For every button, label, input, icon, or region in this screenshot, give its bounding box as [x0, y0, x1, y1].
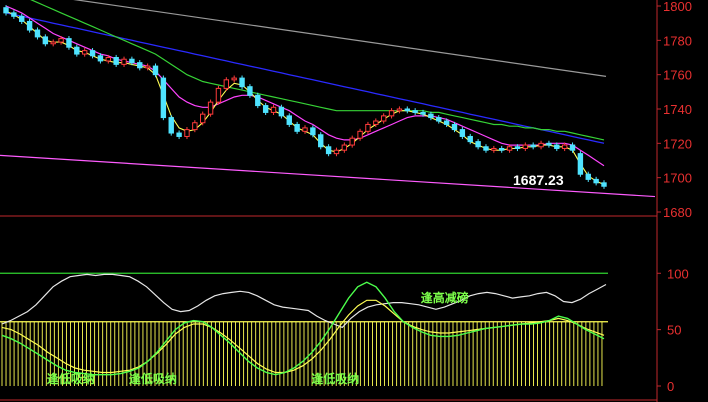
candle-body — [215, 87, 222, 103]
candle-body — [270, 106, 277, 113]
last-price-label: 1687.23 — [513, 172, 564, 188]
candle-body — [585, 173, 591, 180]
price-tick-label: 1680 — [663, 205, 692, 220]
candle-body — [522, 144, 529, 149]
candle-body — [81, 50, 88, 55]
candle-body — [113, 57, 119, 65]
candle-body — [184, 129, 190, 137]
candle-body — [255, 94, 261, 107]
candle-body — [137, 62, 143, 69]
candle-body — [160, 77, 167, 119]
candle-body — [286, 115, 292, 125]
candle-body — [349, 137, 355, 146]
candle-body — [443, 120, 450, 125]
candle-body — [310, 127, 316, 136]
candle-body — [121, 58, 127, 65]
candle-body — [105, 57, 111, 62]
candle-body — [365, 123, 371, 132]
candle-body — [26, 20, 33, 31]
candle-body — [262, 105, 269, 113]
price-tick-label: 1720 — [663, 136, 692, 151]
candle-body — [223, 79, 230, 89]
candle-body — [475, 141, 481, 148]
candle-body — [19, 15, 25, 22]
candle-body — [357, 130, 363, 139]
candle-body — [152, 65, 159, 76]
candle-body — [554, 144, 560, 149]
price-tick-label: 1800 — [663, 0, 692, 14]
candle-body — [231, 77, 237, 81]
candle-body — [168, 117, 174, 134]
candle-body — [50, 41, 56, 45]
candle-body — [207, 101, 214, 115]
candle-body — [333, 149, 340, 155]
candle-body — [247, 86, 253, 96]
candle-body — [530, 144, 536, 148]
candle-body — [129, 58, 135, 64]
candle-body — [420, 111, 426, 115]
candle-body — [192, 122, 198, 131]
candle-body — [294, 123, 300, 132]
candle-body — [318, 134, 324, 148]
indicator-tick-label: 50 — [667, 323, 681, 338]
candle-body — [341, 144, 348, 151]
candle-body — [506, 146, 513, 151]
candle-body — [459, 129, 466, 137]
candle-body — [593, 178, 599, 184]
candle-body — [302, 127, 308, 132]
candle-body — [239, 77, 245, 88]
candle-body — [499, 147, 505, 151]
price-tick-label: 1760 — [663, 68, 692, 83]
candle-body — [396, 108, 403, 112]
candle-body — [278, 106, 285, 117]
candle-body — [89, 50, 96, 57]
candle-body — [569, 144, 576, 151]
candle-body — [373, 120, 379, 125]
signal-label: 逢低吸纳 — [47, 371, 95, 386]
candle-body — [514, 146, 521, 149]
candle-body — [380, 115, 387, 122]
candle-body — [483, 146, 489, 151]
candle-body — [412, 110, 418, 113]
candle-body — [97, 55, 104, 62]
candle-body — [176, 132, 182, 137]
candle-body — [325, 146, 332, 155]
signal-label: 逢低吸纳 — [129, 371, 177, 386]
signal-label: 逢低吸纳 — [311, 371, 359, 386]
price-tick-label: 1700 — [663, 171, 692, 186]
candle-body — [538, 142, 544, 148]
candle-body — [491, 147, 497, 151]
candle-body — [3, 7, 9, 14]
candle-body — [74, 46, 80, 55]
candle-body — [58, 38, 64, 43]
candle-body — [34, 29, 41, 38]
candle-body — [561, 144, 568, 149]
price-tick-label: 1740 — [663, 102, 692, 117]
candle-body — [11, 12, 17, 17]
candle-body — [404, 108, 410, 112]
price-tick-label: 1780 — [663, 33, 692, 48]
candle-body — [42, 36, 49, 45]
candle-body — [144, 65, 151, 69]
candle-body — [601, 182, 607, 187]
candle-body — [577, 153, 584, 175]
candle-body — [200, 113, 206, 124]
indicator-tick-label: 100 — [667, 266, 689, 281]
candle-body — [428, 113, 434, 119]
candle-body — [451, 123, 458, 131]
candle-body — [546, 142, 552, 146]
candle-body — [388, 110, 395, 117]
stock-chart: 逢低吸纳 逢低吸纳 逢低吸纳 逢高减磅 1800 1780 1760 1740 1720 170… — [0, 0, 708, 402]
candle-body — [436, 117, 442, 122]
indicator-tick-label: 0 — [667, 379, 674, 394]
candle-body — [66, 38, 72, 48]
signal-label: 逢高减磅 — [421, 290, 469, 305]
candle-body — [467, 135, 473, 143]
